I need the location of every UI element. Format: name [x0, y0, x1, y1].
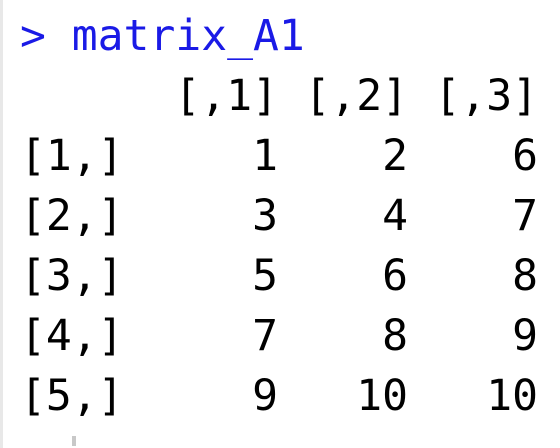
matrix-cell: 8 — [512, 251, 538, 301]
matrix-cell: 7 — [252, 311, 278, 361]
column-header: [,3] — [434, 71, 538, 121]
matrix-row: [5,] 9 10 10 — [20, 366, 540, 426]
matrix-row: [4,] 7 8 9 — [20, 306, 540, 366]
matrix-cell: 10 — [356, 371, 408, 421]
r-console-output: > matrix_A1 [,1] [,2] [,3] [1,] 1 2 6 [2… — [20, 6, 540, 426]
matrix-cell: 5 — [252, 251, 278, 301]
matrix-cell: 6 — [512, 131, 538, 181]
command-text: matrix_A1 — [71, 11, 305, 61]
matrix-header-row: [,1] [,2] [,3] — [20, 66, 540, 126]
console-left-border — [0, 0, 3, 448]
row-label: [2,] — [20, 191, 124, 241]
row-label: [1,] — [20, 131, 124, 181]
matrix-cell: 7 — [512, 191, 538, 241]
matrix-cell: 10 — [486, 371, 538, 421]
matrix-cell: 1 — [252, 131, 278, 181]
command-line: > matrix_A1 — [20, 6, 540, 66]
matrix-cell: 3 — [252, 191, 278, 241]
row-label: [3,] — [20, 251, 124, 301]
matrix-row: [1,] 1 2 6 — [20, 126, 540, 186]
column-header: [,2] — [304, 71, 408, 121]
matrix-cell: 8 — [382, 311, 408, 361]
matrix-cell: 2 — [382, 131, 408, 181]
prompt-symbol: > — [20, 11, 46, 61]
row-label: [5,] — [20, 371, 124, 421]
matrix-cell: 6 — [382, 251, 408, 301]
console-cursor-marker — [72, 436, 76, 446]
matrix-cell: 9 — [512, 311, 538, 361]
matrix-row: [2,] 3 4 7 — [20, 186, 540, 246]
matrix-cell: 9 — [252, 371, 278, 421]
matrix-row: [3,] 5 6 8 — [20, 246, 540, 306]
matrix-cell: 4 — [382, 191, 408, 241]
row-label: [4,] — [20, 311, 124, 361]
column-header: [,1] — [174, 71, 278, 121]
